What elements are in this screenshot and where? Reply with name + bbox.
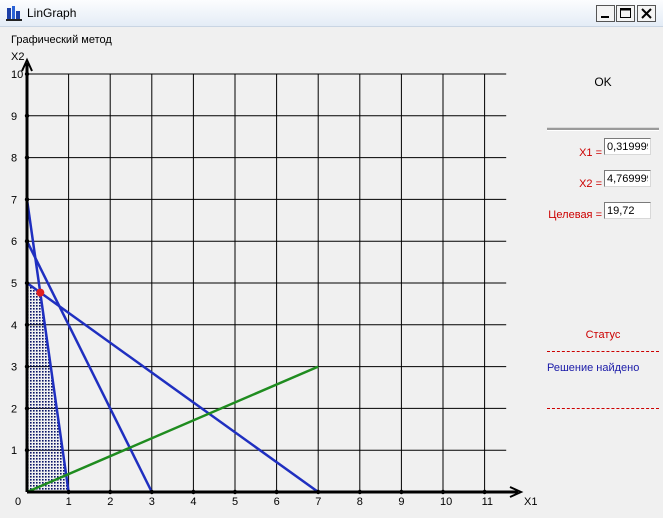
optimum-marker	[36, 288, 45, 297]
x-tick-mark	[440, 489, 446, 495]
y-tick-mark	[24, 155, 30, 160]
x-tick-label: 5	[232, 496, 238, 508]
graph-canvas: 0 1 2 3 4 5 6 7 8 9 10 1112345678910X1X2	[11, 51, 537, 508]
x-axis-label: X1	[524, 496, 537, 508]
y-tick-mark	[24, 406, 30, 411]
y-tick-label: 1	[11, 445, 17, 457]
x-tick-mark	[66, 489, 71, 495]
constraint-lines	[25, 199, 319, 494]
close-button[interactable]	[637, 5, 656, 22]
y-tick-mark	[24, 71, 30, 77]
y-tick-mark	[24, 113, 30, 119]
x-tick-label: 10	[440, 496, 452, 508]
x1-field[interactable]	[604, 138, 651, 155]
objective-label: Целевая =	[548, 209, 602, 221]
grid	[27, 73, 507, 492]
x-tick-label: 1	[66, 496, 72, 508]
y-tick-mark	[24, 322, 30, 327]
status-label: Статус	[585, 329, 621, 341]
x-tick-mark	[482, 489, 487, 495]
y-tick-label: 6	[11, 236, 17, 248]
y-tick-label: 3	[11, 362, 17, 374]
y-tick-mark	[24, 448, 30, 453]
x-tick-label: 3	[149, 496, 155, 508]
app-icon	[6, 6, 22, 21]
axes	[21, 57, 524, 498]
x-tick-mark	[108, 489, 113, 495]
x-tick-label: 11	[482, 496, 493, 508]
y-axis-label: X2	[11, 51, 24, 63]
x-tick-label: 6	[274, 496, 280, 508]
x-tick-mark	[191, 489, 196, 495]
x-tick-mark	[149, 489, 154, 495]
x-tick-mark	[316, 489, 321, 495]
x-tick-mark	[357, 489, 362, 495]
x-tick-label: 8	[357, 496, 363, 508]
separator	[547, 128, 659, 131]
y-tick-mark	[24, 280, 30, 286]
y-tick-label: 8	[11, 153, 17, 165]
status-divider-bottom	[547, 408, 659, 409]
y-tick-label: 10	[11, 69, 23, 81]
x-tick-mark	[232, 489, 238, 495]
client-area: Графический метод 0 1 2 3 4 5 6 7 8 9 10 11 1 2 3 4 5 6 7 8…	[0, 27, 663, 518]
minimize-button[interactable]	[596, 5, 615, 22]
maximize-icon	[620, 8, 631, 18]
method-label: Графический метод	[11, 34, 112, 46]
y-tick-label: 5	[11, 278, 17, 290]
y-tick-mark	[24, 364, 30, 369]
x-tick-label: 9	[398, 496, 404, 508]
optimum-point	[36, 288, 45, 297]
status-message: Решение найдено	[547, 362, 640, 374]
tick-labels: 0 1 2 3 4 5 6 7 8 9 10 1112345678910X1X2	[11, 51, 537, 508]
y-tick-mark	[24, 197, 30, 202]
minimize-icon	[601, 16, 609, 18]
close-icon	[641, 8, 652, 19]
x-tick-mark	[274, 489, 279, 495]
y-tick-label: 9	[11, 111, 17, 123]
x-tick-mark	[399, 489, 404, 495]
maximize-button[interactable]	[616, 5, 635, 22]
y-tick-label: 7	[11, 194, 17, 206]
ok-button[interactable]: OK	[547, 34, 659, 130]
objective-field[interactable]	[604, 202, 651, 219]
series-line	[26, 281, 319, 494]
title-bar: LinGraph	[0, 0, 663, 27]
x2-label: X2 =	[579, 178, 602, 190]
y-tick-label: 4	[11, 320, 17, 332]
x-tick-label: 7	[315, 496, 321, 508]
status-divider-top	[547, 351, 659, 352]
x-tick-label: 4	[190, 496, 196, 508]
x-tick-label: 0	[15, 496, 21, 508]
x1-label: X1 =	[579, 147, 602, 159]
x2-field[interactable]	[604, 170, 651, 187]
window-title: LinGraph	[27, 6, 77, 20]
y-tick-mark	[24, 239, 30, 244]
y-tick-label: 2	[11, 403, 17, 415]
x-tick-label: 2	[107, 496, 113, 508]
series-line	[26, 365, 319, 494]
